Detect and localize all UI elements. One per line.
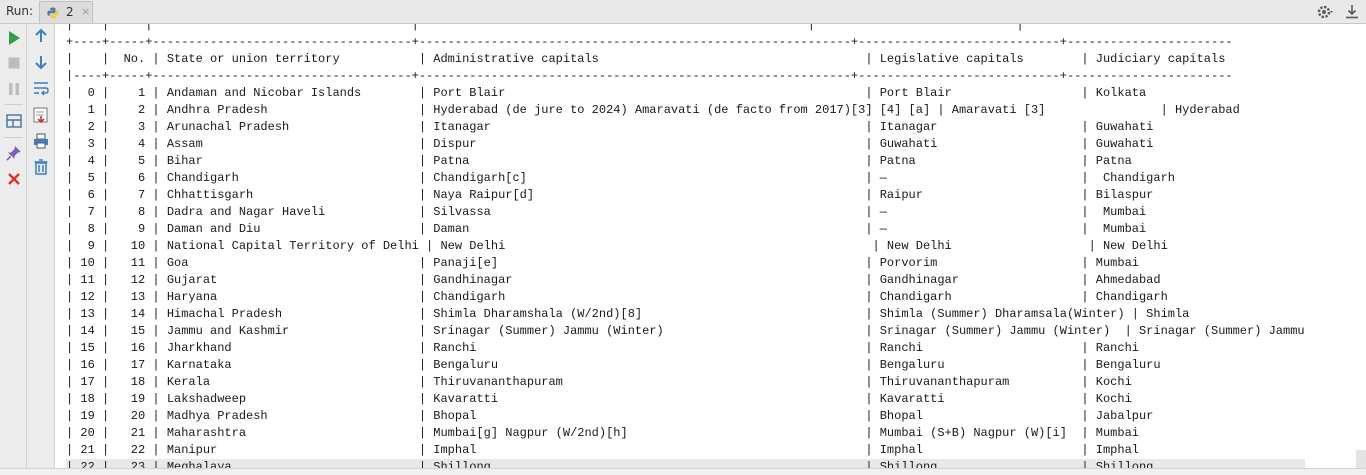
layout-icon[interactable]	[5, 112, 23, 130]
soft-wrap-icon[interactable]	[32, 79, 50, 97]
console-line: | 19 | 20 | Madhya Pradesh | Bhopal | Bh…	[66, 409, 1154, 423]
console-line: | 12 | 13 | Haryana | Chandigarh | Chand…	[66, 290, 1168, 304]
download-icon[interactable]	[1343, 3, 1361, 21]
console-line: | 15 | 16 | Jharkhand | Ranchi | Ranchi …	[66, 341, 1139, 355]
run-toolbar: Run: 2 ×	[0, 0, 1366, 24]
console-line: | 14 | 15 | Jammu and Kashmir | Srinagar…	[66, 324, 1305, 338]
console-line: | 21 | 22 | Manipur | Imphal | Imphal | …	[66, 443, 1139, 457]
console-line: | 13 | 14 | Himachal Pradesh | Shimla Dh…	[66, 307, 1190, 321]
run-actions-toolbar	[0, 24, 27, 474]
console-line: +----+-----+----------------------------…	[66, 35, 1233, 49]
gear-icon[interactable]	[1316, 3, 1334, 21]
console-line: | 4 | 5 | Bihar | Patna | Patna | Patna	[66, 154, 1132, 168]
toolbar-separator	[4, 137, 23, 138]
console-line: |----+-----+----------------------------…	[66, 69, 1233, 83]
console-line: | 1 | 2 | Andhra Pradesh | Hyderabad (de…	[66, 103, 1240, 117]
python-icon	[47, 6, 59, 19]
console-line: | 2 | 3 | Arunachal Pradesh | Itanagar |…	[66, 120, 1154, 134]
console-line: | 0 | 1 | Andaman and Nicobar Islands | …	[66, 86, 1147, 100]
console-line: | 5 | 6 | Chandigarh | Chandigarh[c] | —…	[66, 171, 1175, 185]
close-tab-icon[interactable]: ×	[81, 5, 90, 18]
run-tab[interactable]: 2 ×	[39, 1, 93, 23]
close-icon[interactable]	[5, 170, 23, 188]
pin-icon[interactable]	[5, 144, 23, 162]
console-line: | 9 | 10 | National Capital Territory of…	[66, 239, 1168, 253]
console-text: | | | | | | +----+-----+-----------------…	[66, 24, 1305, 474]
console-line: | 7 | 8 | Dadra and Nagar Haveli | Silva…	[66, 205, 1147, 219]
scroll-to-end-icon[interactable]	[32, 106, 50, 124]
up-arrow-icon[interactable]	[32, 27, 50, 45]
toolbar-separator	[4, 104, 23, 105]
console-line: | 3 | 4 | Assam | Dispur | Guwahati | Gu…	[66, 137, 1154, 151]
console-output[interactable]: | | | | | | +----+-----+-----------------…	[56, 24, 1366, 474]
console-line: | 18 | 19 | Lakshadweep | Kavaratti | Ka…	[66, 392, 1132, 406]
down-arrow-icon[interactable]	[32, 53, 50, 71]
console-line: | 16 | 17 | Karnataka | Bengaluru | Beng…	[66, 358, 1161, 372]
run-icon[interactable]	[5, 29, 23, 47]
run-tab-label: 2	[66, 5, 74, 19]
print-icon[interactable]	[32, 132, 50, 150]
trash-icon[interactable]	[32, 158, 50, 176]
stop-icon[interactable]	[5, 54, 23, 72]
console-line: | 10 | 11 | Goa | Panaji[e] | Porvorim |…	[66, 256, 1139, 270]
console-line: | 17 | 18 | Kerala | Thiruvananthapuram …	[66, 375, 1132, 389]
console-line: | 8 | 9 | Daman and Diu | Daman | — | Mu…	[66, 222, 1147, 236]
console-line: | | | | | |	[66, 24, 1024, 32]
console-line: | | No. | State or union territory | Adm…	[66, 52, 1226, 66]
console-line: | 11 | 12 | Gujarat | Gandhinagar | Gand…	[66, 273, 1161, 287]
console-line: | 6 | 7 | Chhattisgarh | Naya Raipur[d] …	[66, 188, 1154, 202]
console-actions-toolbar	[27, 24, 55, 474]
pause-icon[interactable]	[5, 80, 23, 98]
console-line: | 20 | 21 | Maharashtra | Mumbai[g] Nagp…	[66, 426, 1139, 440]
run-label: Run:	[6, 4, 34, 18]
